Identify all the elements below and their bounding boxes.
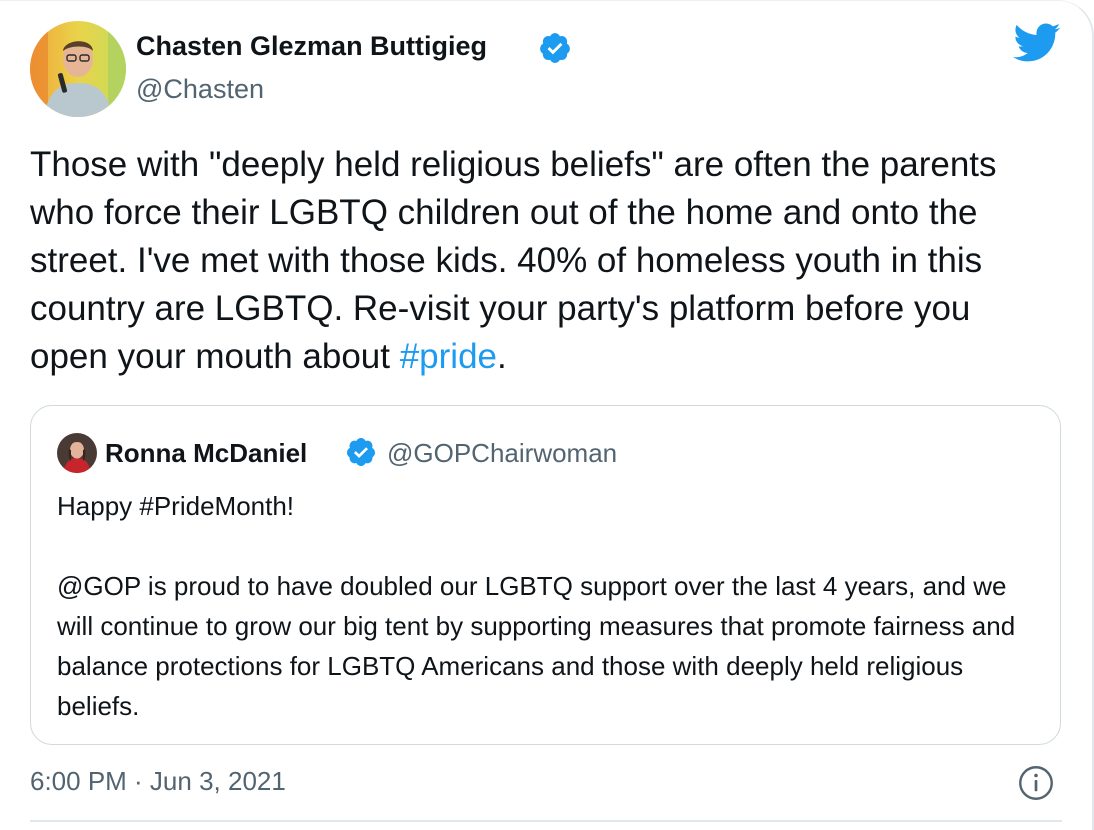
author-handle[interactable]: @Chasten bbox=[136, 74, 264, 105]
quoted-author-name[interactable]: Ronna McDaniel bbox=[105, 438, 307, 469]
twitter-bird-icon[interactable] bbox=[1013, 23, 1061, 63]
quoted-tweet[interactable]: Ronna McDaniel @GOPChairwoman Happy #Pri… bbox=[30, 405, 1061, 745]
tweet-body: Those with "deeply held religious belief… bbox=[30, 145, 997, 376]
verified-badge-icon bbox=[540, 33, 570, 63]
tweet-text: Those with "deeply held religious belief… bbox=[30, 141, 1040, 381]
tweet-card: Chasten Glezman Buttigieg @Chasten Those… bbox=[0, 0, 1094, 830]
info-icon[interactable] bbox=[1018, 765, 1054, 801]
quoted-tweet-text: Happy #PrideMonth! @GOP is proud to have… bbox=[57, 491, 1016, 721]
tweet-timestamp[interactable]: 6:00 PM · Jun 3, 2021 bbox=[30, 766, 286, 797]
author-name[interactable]: Chasten Glezman Buttigieg bbox=[136, 31, 487, 62]
quoted-author-avatar[interactable] bbox=[57, 433, 97, 473]
divider bbox=[30, 820, 1062, 822]
hashtag-link[interactable]: #pride bbox=[400, 337, 497, 376]
verified-badge-icon bbox=[346, 438, 375, 466]
quoted-author-handle[interactable]: @GOPChairwoman bbox=[387, 438, 617, 469]
author-avatar[interactable] bbox=[30, 21, 126, 117]
tweet-end: . bbox=[497, 337, 507, 376]
